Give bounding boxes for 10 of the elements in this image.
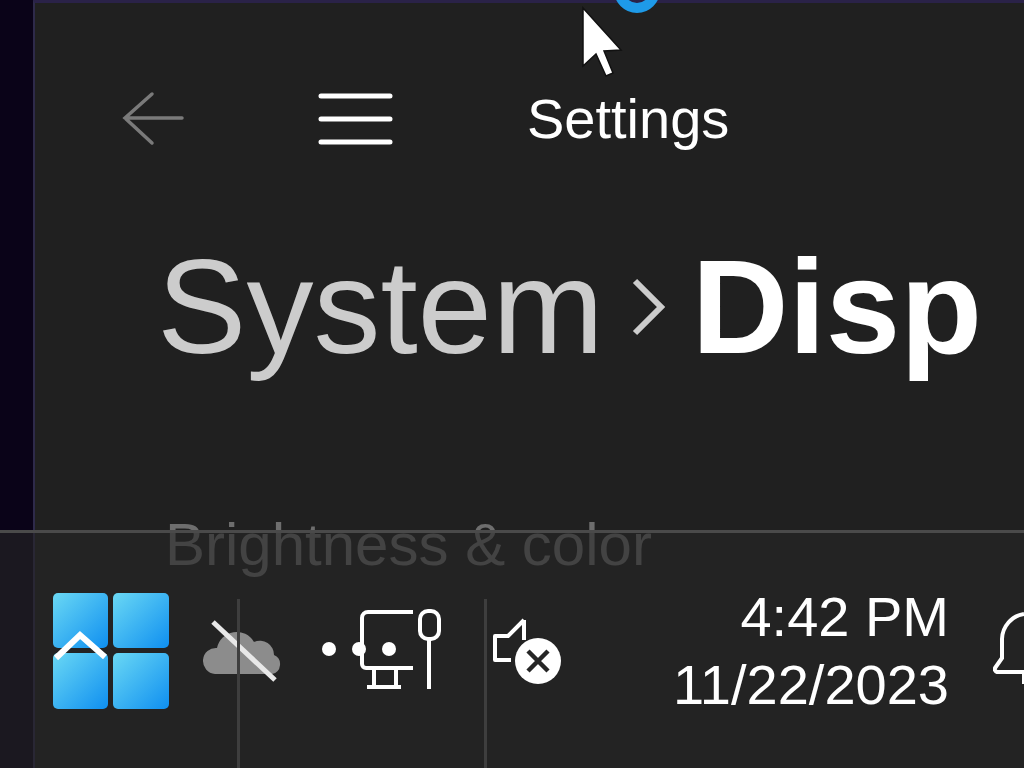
menu-icon[interactable]: [318, 92, 393, 146]
bell-icon[interactable]: [993, 609, 1024, 686]
back-icon[interactable]: [122, 91, 184, 147]
start-icon[interactable]: [53, 592, 169, 709]
cloud-off-icon[interactable]: [201, 617, 283, 684]
page-title: Disp: [691, 231, 983, 383]
section-heading: Brightness & color: [164, 514, 653, 575]
clock-date[interactable]: 11/22/2023: [672, 650, 949, 718]
breadcrumb-link[interactable]: System: [157, 223, 604, 391]
clock-time[interactable]: 4:42 PM: [672, 583, 949, 651]
